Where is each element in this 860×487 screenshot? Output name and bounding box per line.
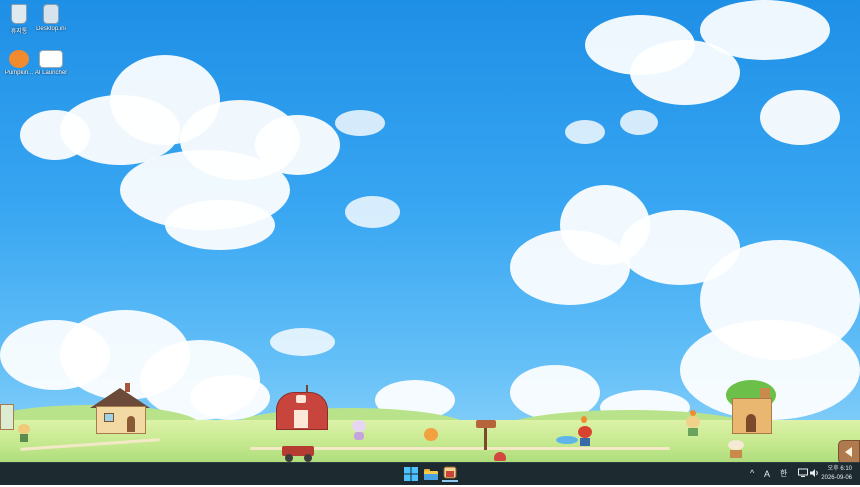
desktop-icon-recycle-bin[interactable]: 휴지통 — [2, 4, 36, 35]
volume-button[interactable] — [810, 468, 820, 481]
file-explorer-button[interactable] — [423, 466, 439, 482]
clock-date: 2026-09-06 — [821, 475, 852, 481]
input-mode-indicator[interactable]: A — [764, 468, 770, 480]
start-button[interactable] — [403, 466, 419, 482]
farm-app-button[interactable] — [442, 466, 458, 482]
network-icon — [798, 468, 808, 477]
fish-character — [556, 436, 578, 444]
desktop-icon-ai-launcher[interactable]: AI Launcher — [34, 50, 68, 76]
mushroom-item — [494, 452, 506, 461]
recycle-bin-icon — [11, 4, 27, 24]
network-button[interactable] — [798, 468, 808, 481]
red-hair-character — [578, 426, 592, 446]
speaker-icon — [810, 469, 818, 477]
desktop-icon-pumpkin-app[interactable]: Pumpkin... — [2, 50, 36, 76]
tray-overflow-button[interactable]: ^ — [750, 467, 754, 479]
collapse-left-icon — [845, 447, 852, 457]
file-icon — [43, 4, 59, 24]
pumpkin-character — [424, 428, 438, 441]
system-clock[interactable]: 오후 6:10 2026-09-06 — [821, 465, 852, 483]
taskbar: ^ A 한 오후 6:10 2026-09-06 — [0, 462, 860, 485]
carrot-item — [581, 416, 587, 423]
orange-hat-character — [686, 410, 700, 440]
clock-time: 오후 6:10 — [827, 466, 852, 472]
desktop-background: 휴지통 Desktop.ini Pumpkin... AI Launcher — [0, 0, 860, 462]
desktop-icon-desktop-ini[interactable]: Desktop.ini — [34, 4, 68, 32]
settings-app-icon — [39, 50, 63, 68]
folder-icon — [424, 469, 438, 480]
windows-start-icon — [404, 467, 418, 481]
bunny-character — [352, 420, 366, 440]
scene-side-tab[interactable] — [838, 440, 860, 462]
farm-app-icon — [443, 466, 457, 479]
explorer-character — [728, 440, 744, 458]
pumpkin-app-icon — [9, 50, 29, 68]
farmer-character — [18, 424, 30, 442]
ime-indicator[interactable]: 한 — [780, 468, 787, 480]
